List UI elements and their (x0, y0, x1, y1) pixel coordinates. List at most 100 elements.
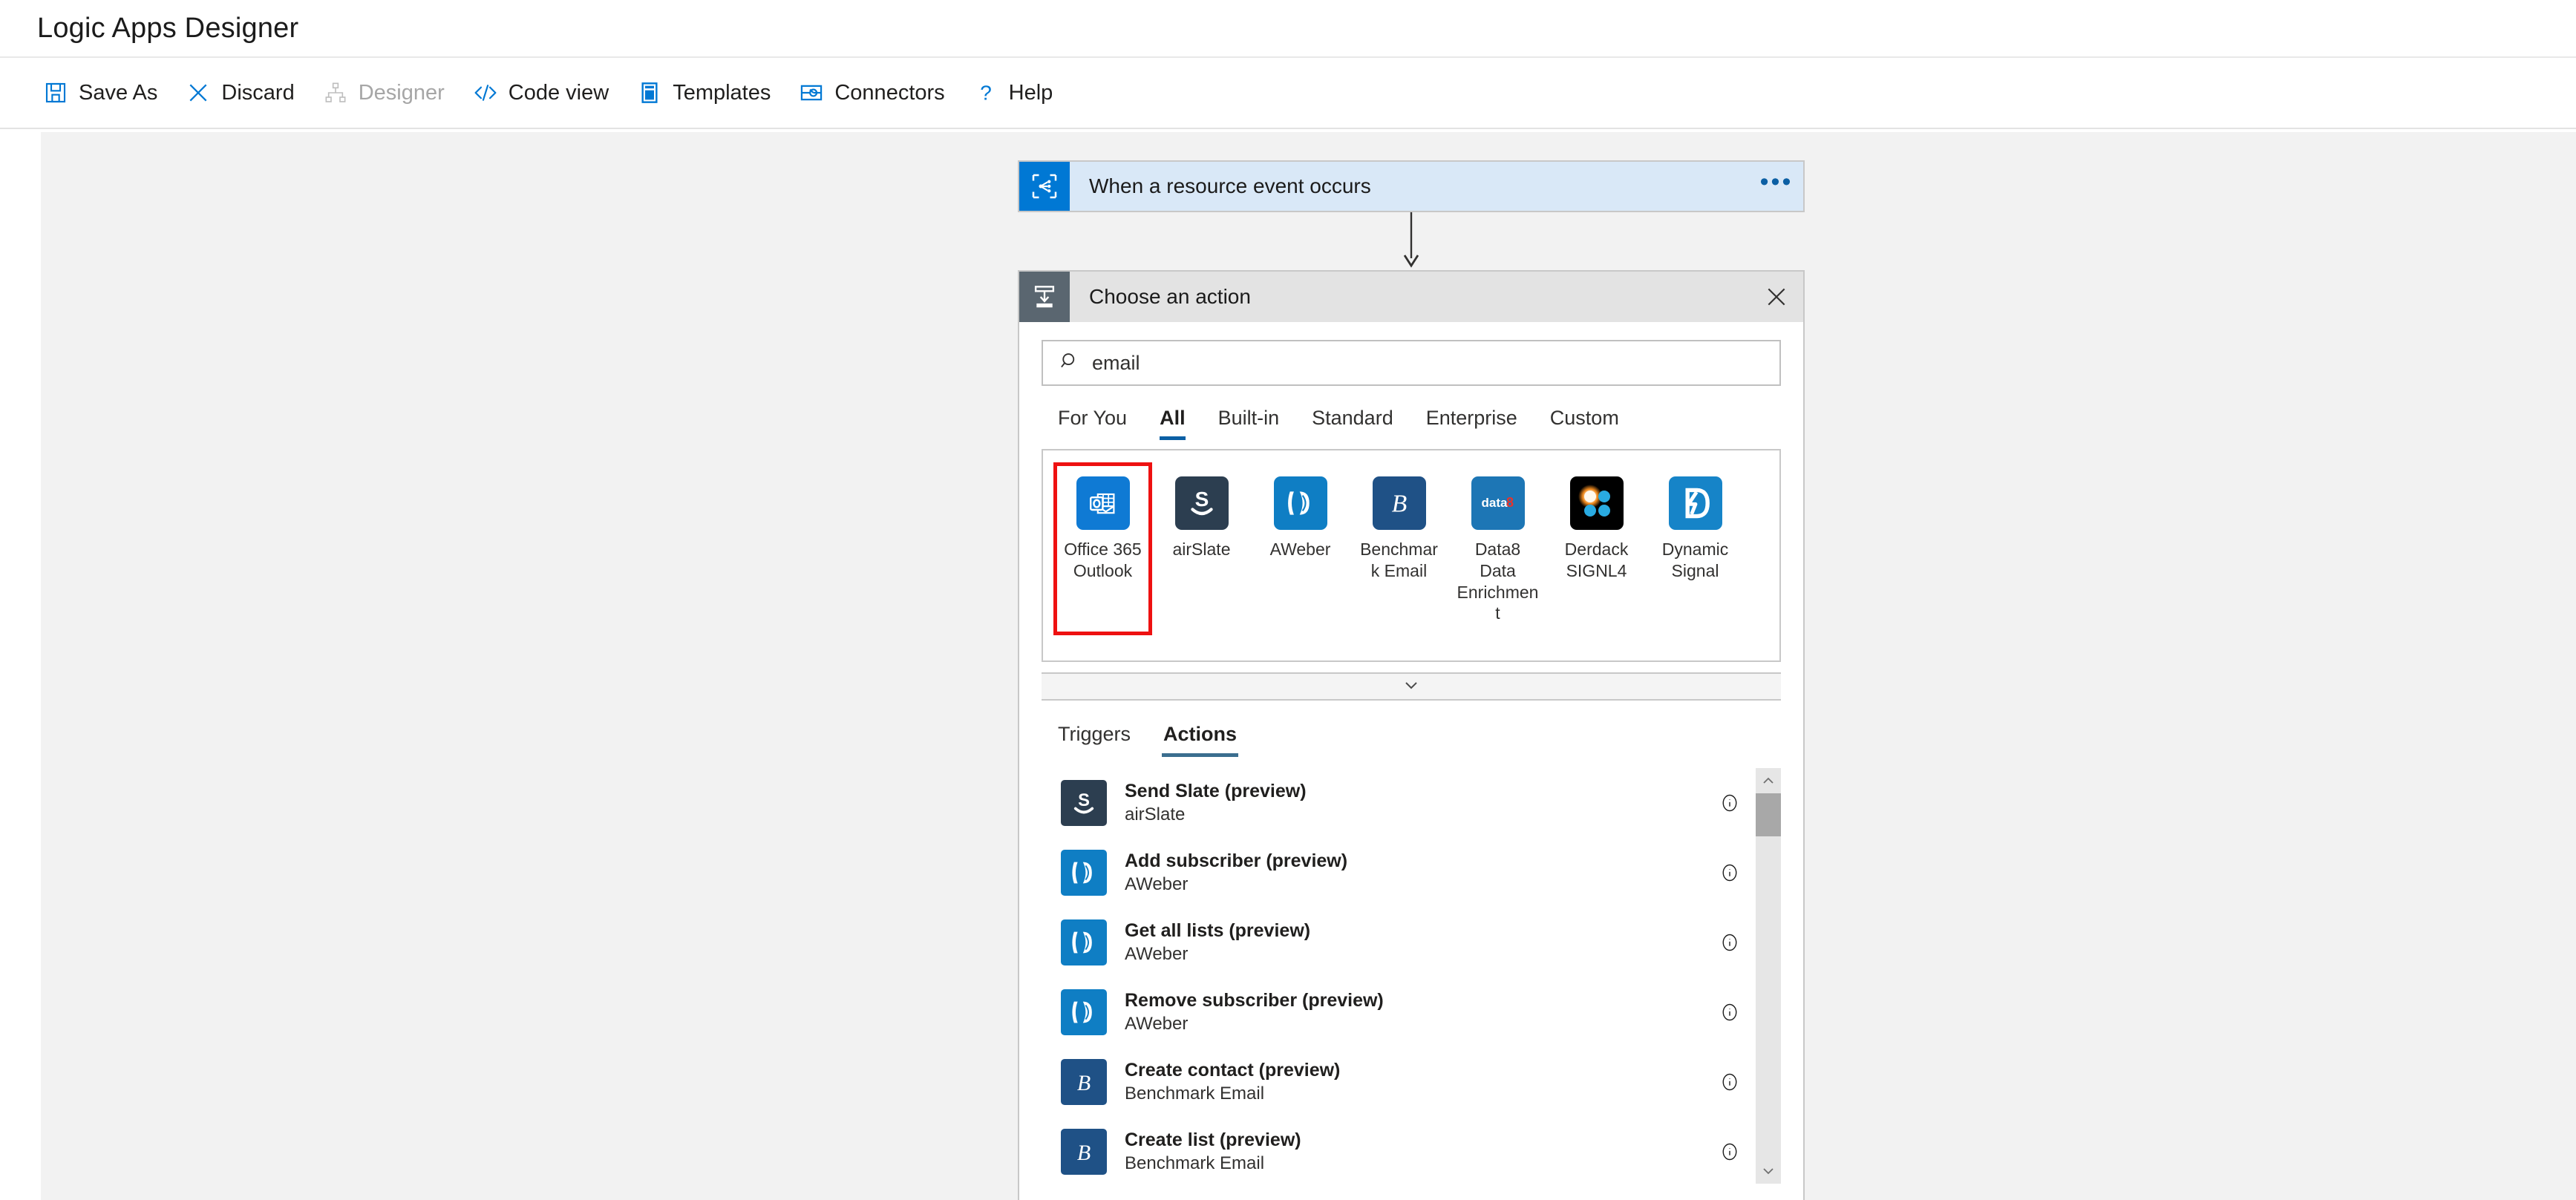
designer-label: Designer (358, 80, 445, 105)
list-item-text: Remove subscriber (preview) AWeber (1125, 988, 1704, 1037)
connectors-button[interactable]: Connectors (790, 73, 964, 113)
tab-for-you[interactable]: For You (1042, 401, 1143, 443)
aweber-icon (1273, 476, 1327, 530)
connector-benchmark-email[interactable]: B Benchmark Email (1350, 462, 1448, 635)
svg-text:B: B (1077, 1141, 1091, 1165)
title-bar: Logic Apps Designer (0, 0, 2576, 58)
action-connector: Benchmark Email (1125, 1083, 1265, 1104)
search-section (1019, 322, 1803, 386)
save-icon (43, 80, 68, 105)
result-tab-list: Triggers Actions (1019, 701, 1803, 761)
connector-data8-data-enrichment[interactable]: data 8 Data8 Data Enrichment (1448, 462, 1547, 635)
action-result-list: S Send Slate (preview) airSlate Add subs… (1042, 768, 1781, 1184)
info-icon[interactable] (1704, 932, 1756, 953)
info-icon[interactable] (1704, 1141, 1756, 1162)
connector-aweber[interactable]: AWeber (1251, 462, 1350, 635)
list-item[interactable]: Remove subscriber (preview) AWeber (1042, 977, 1756, 1047)
designer-hierarchy-icon (323, 80, 348, 105)
tab-actions[interactable]: Actions (1147, 717, 1253, 761)
svg-text:B: B (1077, 1071, 1091, 1095)
event-grid-icon (1019, 162, 1070, 211)
trigger-overflow-menu-icon[interactable]: ••• (1750, 162, 1803, 211)
choose-action-panel: Choose an action email For You All Built… (1018, 270, 1805, 1200)
search-box[interactable] (1042, 340, 1781, 386)
down-arrow-icon (1403, 212, 1419, 268)
save-as-button[interactable]: Save As (34, 73, 177, 113)
flow-connector-arrow (1018, 212, 1805, 270)
action-title: Create list (preview) (1125, 1129, 1301, 1150)
action-title: Add subscriber (preview) (1125, 850, 1348, 871)
connector-label: AWeber (1269, 540, 1331, 559)
discard-x-icon (186, 80, 211, 105)
templates-button[interactable]: Templates (628, 73, 790, 113)
info-icon[interactable] (1704, 793, 1756, 813)
connector-airslate[interactable]: S airSlate (1152, 462, 1251, 635)
tab-built-in[interactable]: Built-in (1202, 401, 1296, 443)
trigger-title: When a resource event occurs (1089, 174, 1371, 197)
svg-text:B: B (1391, 491, 1407, 518)
action-title: Create contact (preview) (1125, 1059, 1341, 1081)
code-view-button[interactable]: Code view (464, 73, 628, 113)
office365-outlook-icon (1076, 476, 1130, 530)
connector-label: Derdack SIGNL4 (1564, 540, 1629, 580)
list-item-text: Get all lists (preview) AWeber (1125, 919, 1704, 967)
trigger-card[interactable]: When a resource event occurs ••• (1018, 160, 1805, 212)
airslate-icon: S (1061, 780, 1107, 826)
connector-derdack-signl4[interactable]: Derdack SIGNL4 (1547, 462, 1646, 635)
help-button[interactable]: ? Help (964, 73, 1073, 113)
action-title: Get all lists (preview) (1125, 919, 1311, 941)
action-connector: Benchmark Email (1125, 1153, 1265, 1174)
help-question-icon: ? (973, 80, 998, 105)
connector-dynamic-signal[interactable]: Dynamic Signal (1646, 462, 1745, 635)
list-item-text: Add subscriber (preview) AWeber (1125, 849, 1704, 897)
tab-all[interactable]: All (1143, 401, 1202, 443)
action-connector: AWeber (1125, 874, 1189, 895)
info-icon[interactable] (1704, 1002, 1756, 1023)
action-title: Send Slate (preview) (1125, 780, 1307, 801)
choose-action-header: Choose an action (1019, 272, 1803, 322)
dynamic-signal-icon (1668, 476, 1722, 530)
tab-triggers[interactable]: Triggers (1042, 717, 1147, 761)
aweber-icon (1061, 919, 1107, 965)
svg-text:?: ? (980, 81, 992, 104)
search-input[interactable] (1092, 351, 1779, 375)
designer-canvas[interactable]: When a resource event occurs ••• Choose … (41, 132, 2576, 1200)
tab-standard[interactable]: Standard (1295, 401, 1410, 443)
category-tab-list: For You All Built-in Standard Enterprise… (1019, 386, 1803, 443)
action-result-scroll-viewport: S Send Slate (preview) airSlate Add subs… (1042, 768, 1756, 1184)
insert-action-icon (1019, 272, 1070, 322)
list-item[interactable]: B Create list (preview) Benchmark Email (1042, 1117, 1756, 1184)
connector-office-365-outlook[interactable]: Office 365 Outlook (1053, 462, 1152, 635)
list-item[interactable]: B Create contact (preview) Benchmark Ema… (1042, 1047, 1756, 1117)
chevron-down-icon[interactable] (1756, 1158, 1781, 1184)
action-connector: AWeber (1125, 1014, 1189, 1035)
discard-button[interactable]: Discard (177, 73, 313, 113)
search-icon (1059, 351, 1080, 376)
tab-custom[interactable]: Custom (1534, 401, 1635, 443)
info-icon[interactable] (1704, 1072, 1756, 1092)
aweber-icon (1061, 850, 1107, 896)
connectors-label: Connectors (834, 80, 945, 105)
benchmark-email-icon: B (1061, 1129, 1107, 1175)
list-item[interactable]: Add subscriber (preview) AWeber (1042, 838, 1756, 908)
tab-enterprise[interactable]: Enterprise (1410, 401, 1534, 443)
connector-label: Office 365 Outlook (1064, 540, 1142, 580)
chevron-up-icon[interactable] (1756, 768, 1781, 793)
action-list-scrollbar[interactable] (1756, 768, 1781, 1184)
aweber-icon (1061, 989, 1107, 1035)
action-connector: airSlate (1125, 804, 1186, 825)
connector-grid-expander[interactable] (1042, 672, 1781, 701)
info-icon[interactable] (1704, 862, 1756, 883)
code-view-label: Code view (508, 80, 609, 105)
list-item[interactable]: S Send Slate (preview) airSlate (1042, 768, 1756, 838)
airslate-icon: S (1174, 476, 1229, 530)
designer-button[interactable]: Designer (314, 73, 464, 113)
discard-label: Discard (221, 80, 295, 105)
close-icon[interactable] (1750, 272, 1803, 322)
workflow-stack: When a resource event occurs ••• Choose … (1018, 160, 1805, 1200)
code-view-icon (473, 80, 498, 105)
list-item[interactable]: Get all lists (preview) AWeber (1042, 908, 1756, 977)
choose-action-title: Choose an action (1089, 285, 1251, 308)
scrollbar-thumb[interactable] (1756, 793, 1781, 836)
connector-label: Dynamic Signal (1661, 540, 1729, 580)
